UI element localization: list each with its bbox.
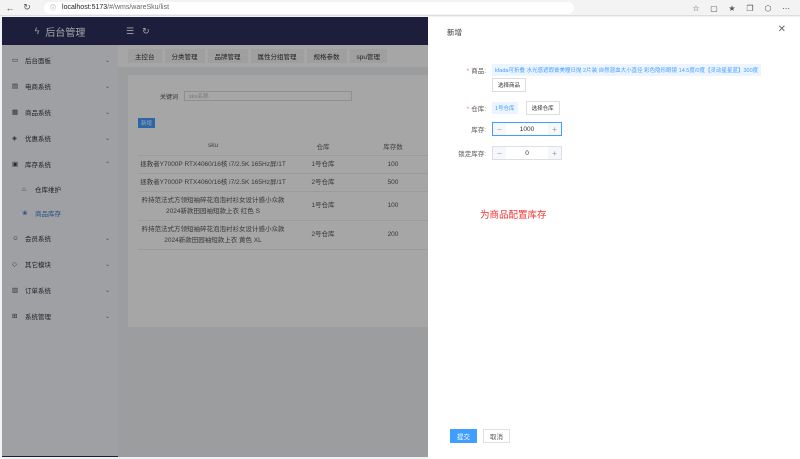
favorites-add-icon[interactable]: ☆ bbox=[690, 1, 702, 15]
modal-overlay[interactable] bbox=[2, 17, 428, 457]
favorites-icon[interactable]: ★ bbox=[726, 1, 738, 15]
stock-value[interactable]: 1000 bbox=[506, 126, 548, 133]
warehouse-tag: 1号仓库 bbox=[492, 102, 518, 114]
product-tag: kfada可折叠 水光感遮瑕膏美瞳日抛 2片装 自然混血大小直径 彩色隐形眼镜 … bbox=[492, 64, 762, 76]
url-host: localhost:5173 bbox=[62, 4, 108, 11]
add-drawer: 新增 ✕ * 商品: kfada可折叠 水光感遮瑕膏美瞳日抛 2片装 自然混血大小… bbox=[428, 17, 800, 459]
stock-row: 库存: − 1000 + bbox=[434, 122, 562, 136]
cancel-button[interactable]: 取消 bbox=[483, 429, 510, 443]
product-row: * 商品: kfada可折叠 水光感遮瑕膏美瞳日抛 2片装 自然混血大小直径 彩色… bbox=[434, 64, 762, 76]
locked-stock-row: 锁定库存: − 0 + bbox=[434, 146, 562, 160]
warehouse-row: * 仓库: 1号仓库 选择仓库 bbox=[434, 101, 560, 115]
stock-label: 库存: bbox=[471, 127, 486, 134]
locked-stock-label: 锁定库存: bbox=[458, 151, 486, 158]
select-product-row: 选择商品 bbox=[492, 78, 527, 92]
select-warehouse-button[interactable]: 选择仓库 bbox=[525, 101, 560, 115]
refresh-icon[interactable]: ↻ bbox=[20, 1, 34, 15]
locked-stock-stepper[interactable]: − 0 + bbox=[492, 146, 562, 160]
warehouse-label: * 仓库: bbox=[466, 106, 486, 113]
submit-button[interactable]: 提交 bbox=[450, 429, 477, 443]
close-icon[interactable]: ✕ bbox=[778, 24, 786, 35]
stock-stepper[interactable]: − 1000 + bbox=[492, 122, 562, 136]
browser-toolbar: ← ↻ ⓘ localhost:5173 /#/wms/wareSku/list… bbox=[0, 0, 800, 16]
address-bar[interactable]: ⓘ localhost:5173 /#/wms/wareSku/list bbox=[44, 1, 574, 14]
locked-stock-value[interactable]: 0 bbox=[506, 150, 548, 157]
extensions-icon[interactable]: ⬡ bbox=[762, 1, 774, 15]
back-icon[interactable]: ← bbox=[3, 1, 17, 15]
increment-button[interactable]: + bbox=[548, 123, 561, 135]
annotation-text: 为商品配置库存 bbox=[480, 210, 547, 221]
increment-button[interactable]: + bbox=[548, 147, 561, 159]
drawer-title: 新增 bbox=[447, 28, 462, 37]
decrement-button[interactable]: − bbox=[493, 147, 506, 159]
url-path: /#/wms/wareSku/list bbox=[107, 4, 170, 11]
decrement-button[interactable]: − bbox=[493, 123, 506, 135]
more-icon[interactable]: ⋯ bbox=[780, 1, 792, 15]
product-label: * 商品: bbox=[466, 68, 486, 75]
split-screen-icon[interactable]: ▢ bbox=[708, 1, 720, 15]
info-icon[interactable]: ⓘ bbox=[50, 3, 56, 12]
select-product-button[interactable]: 选择商品 bbox=[492, 78, 527, 92]
collections-icon[interactable]: ❐ bbox=[744, 1, 756, 15]
